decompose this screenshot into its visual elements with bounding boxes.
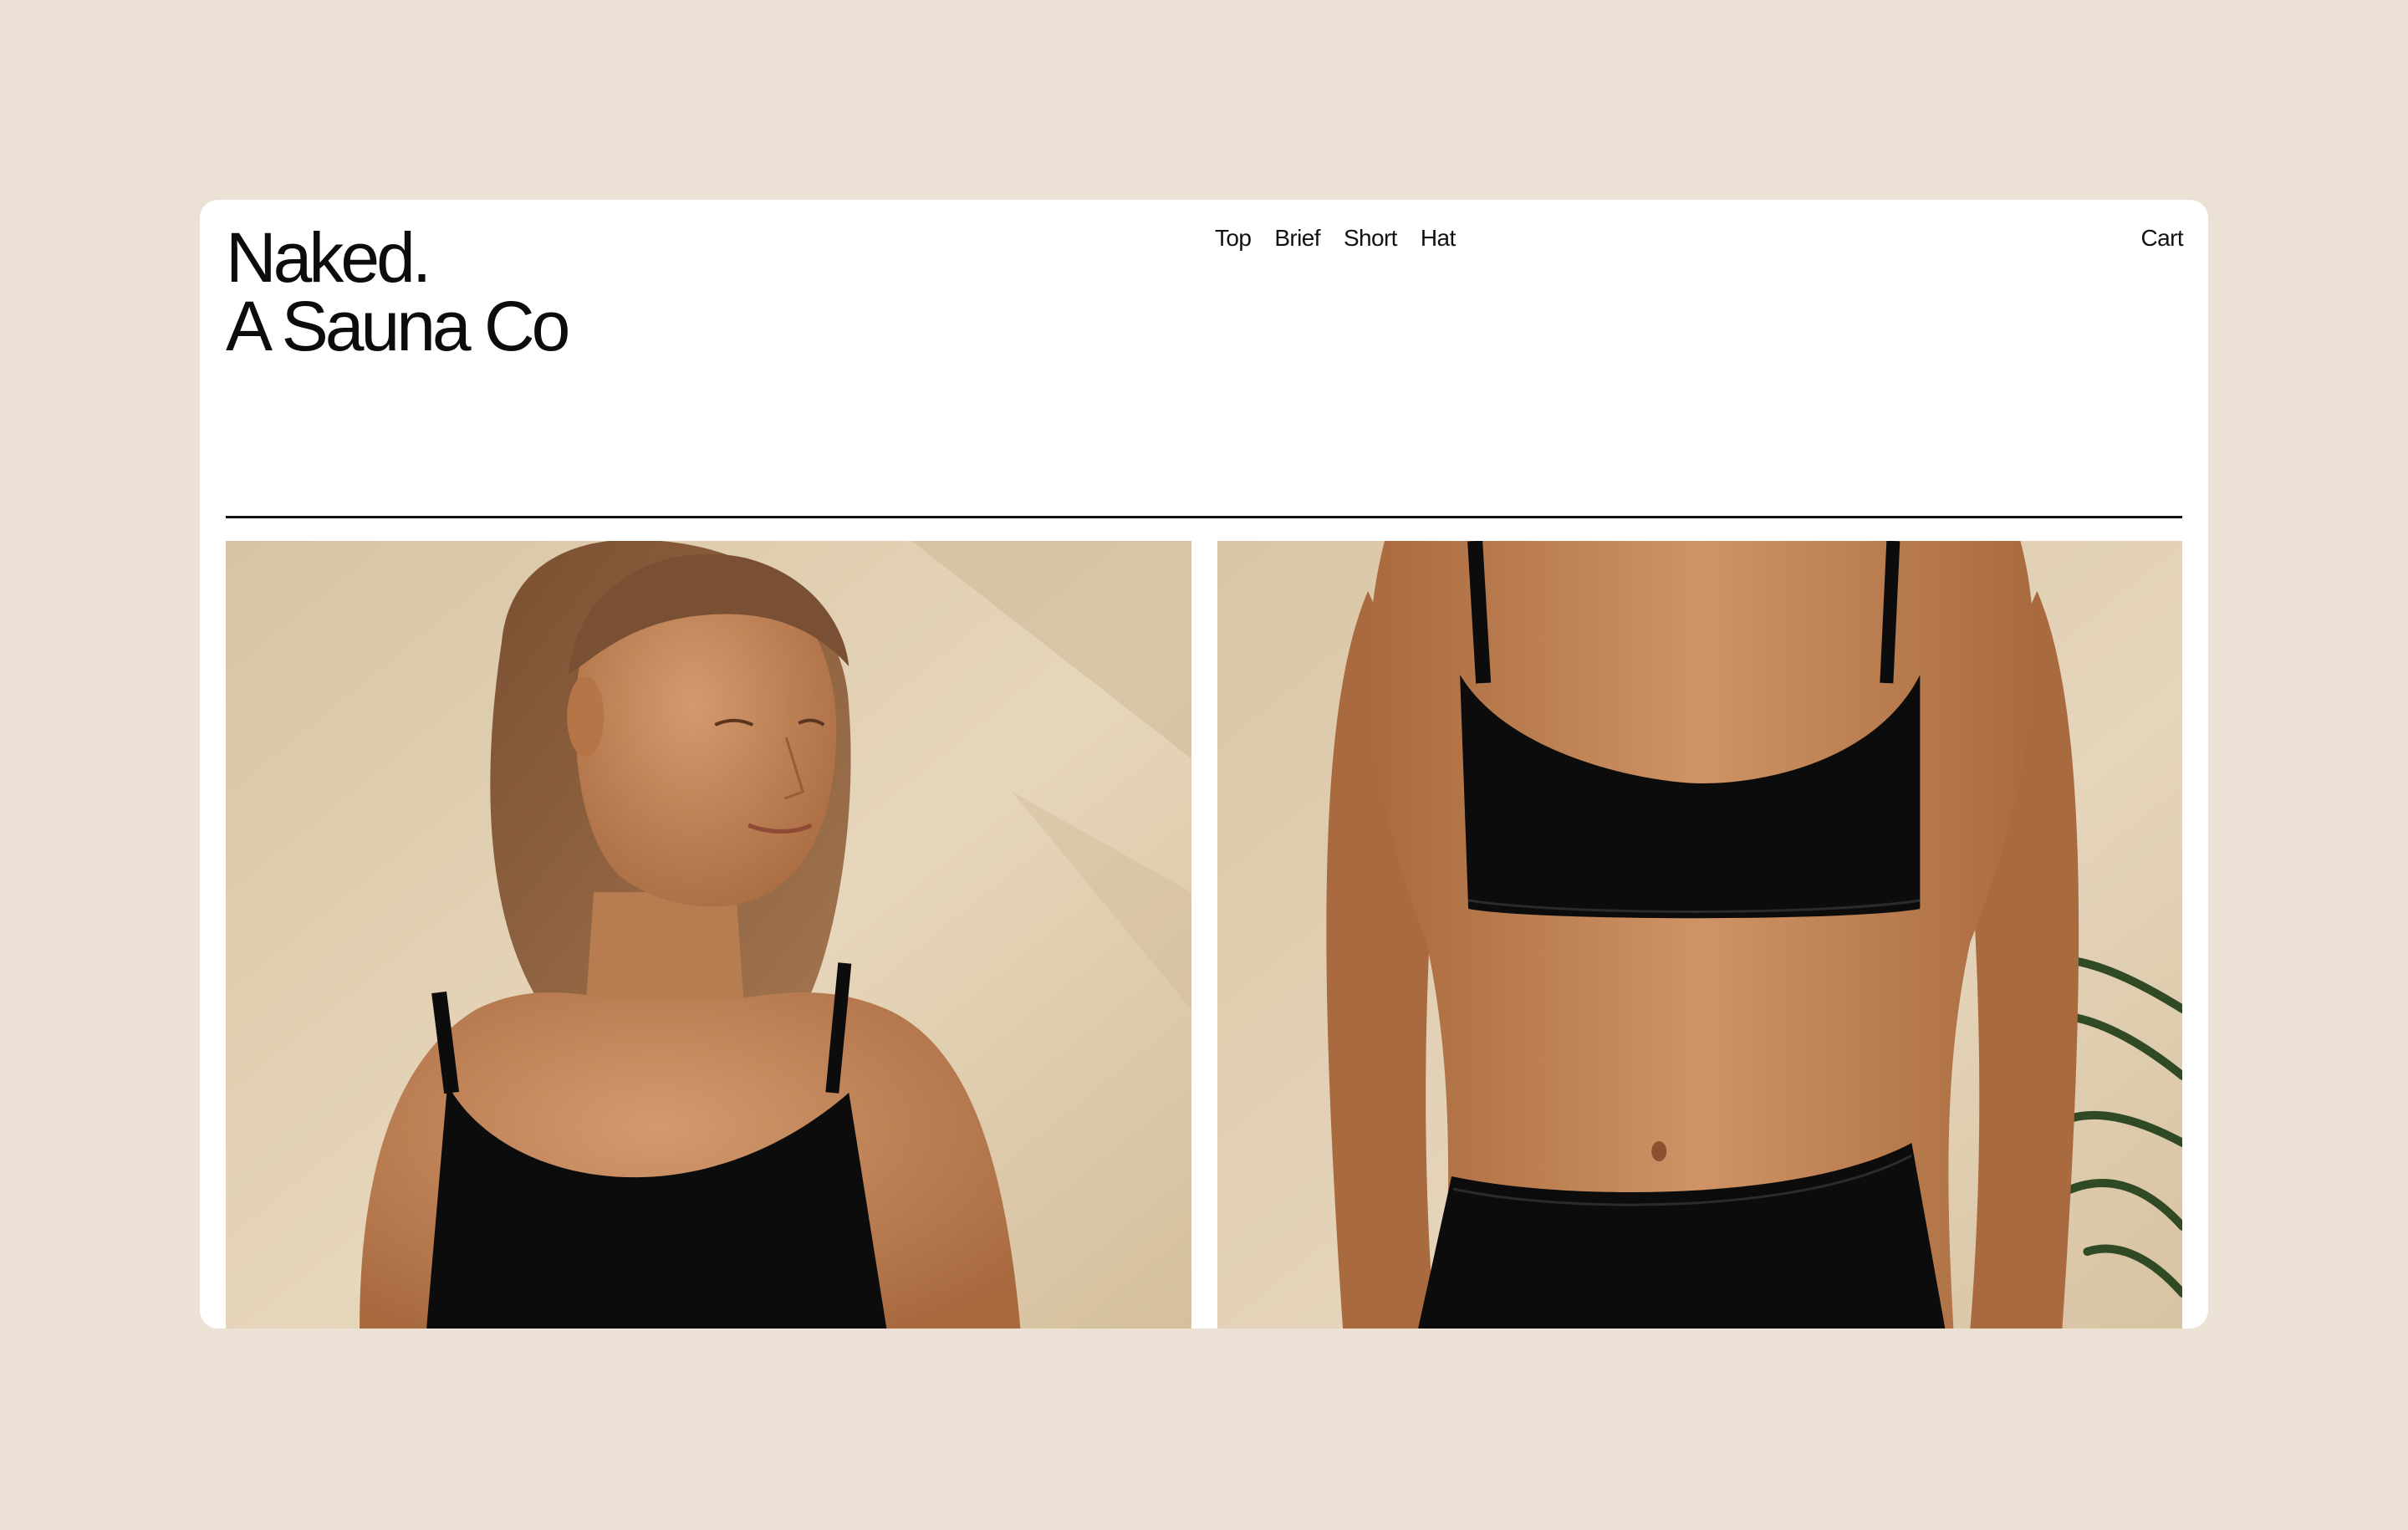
- product-photo-top[interactable]: [226, 541, 1191, 1329]
- torso-image: [1217, 541, 2182, 1329]
- main-nav: Top Brief Short Hat: [1215, 225, 1456, 252]
- nav-item-hat[interactable]: Hat: [1421, 225, 1456, 252]
- nav-item-short[interactable]: Short: [1344, 225, 1398, 252]
- woman-portrait-image: [226, 541, 1191, 1329]
- brand-logo[interactable]: Naked. A Sauna Co: [226, 218, 570, 365]
- nav-item-brief[interactable]: Brief: [1274, 225, 1320, 252]
- product-gallery: [226, 541, 2182, 1329]
- product-photo-set[interactable]: [1217, 541, 2182, 1329]
- nav-item-top[interactable]: Top: [1215, 225, 1252, 252]
- site-window: Naked. A Sauna Co Top Brief Short Hat Ca…: [200, 200, 2208, 1329]
- header-divider: [226, 516, 2182, 518]
- brand-tagline: A Sauna Co: [226, 287, 570, 365]
- cart-link[interactable]: Cart: [2141, 225, 2184, 252]
- brand-name: Naked.: [226, 218, 431, 297]
